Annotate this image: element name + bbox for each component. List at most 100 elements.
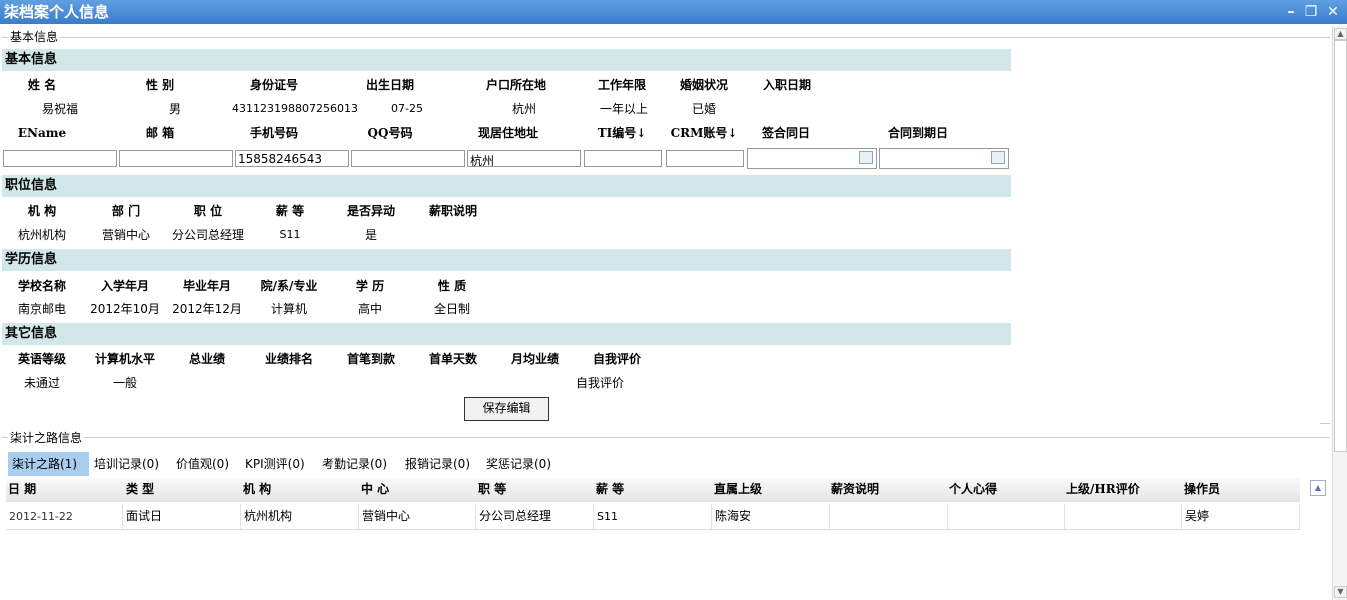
- value-major: 计算机: [270, 302, 307, 316]
- table-cell: 杭州机构: [241, 504, 359, 529]
- ti-number-input[interactable]: [584, 150, 662, 167]
- table-cell: 营销中心: [359, 504, 476, 529]
- label-name: 姓 名: [27, 78, 57, 92]
- label-major: 院/系/专业: [260, 279, 318, 293]
- label-first-payment: 首笔到款: [346, 352, 395, 366]
- label-contract-end-date: 合同到期日: [887, 126, 948, 140]
- table-cell: [1065, 504, 1182, 529]
- value-dept: 营销中心: [101, 228, 150, 242]
- value-hukou: 杭州: [511, 102, 536, 116]
- section-job-header: 职位信息: [2, 175, 1011, 197]
- tab-values[interactable]: 价值观(0): [172, 452, 240, 476]
- value-english-level: 未通过: [23, 376, 60, 390]
- crm-account-input[interactable]: [666, 150, 744, 167]
- column-header[interactable]: 日 期: [8, 480, 36, 497]
- column-header[interactable]: 个人心得: [949, 480, 997, 497]
- label-org: 机 构: [27, 204, 57, 218]
- table-cell: 2012-11-22: [6, 504, 123, 529]
- title-bar: 柒档案个人信息 – ❐ ✕: [0, 0, 1347, 24]
- value-transfer: 是: [364, 228, 377, 242]
- value-position: 分公司总经理: [171, 228, 244, 242]
- address-input[interactable]: 杭州: [467, 150, 581, 168]
- table-cell: [830, 504, 948, 529]
- table-cell: [948, 504, 1065, 529]
- section-other-header: 其它信息: [2, 323, 1011, 345]
- fieldset-border: [2, 437, 1330, 438]
- label-salary-grade: 薪 等: [275, 204, 305, 218]
- column-header[interactable]: 薪 等: [596, 480, 624, 497]
- save-edit-button[interactable]: 保存编辑: [464, 397, 549, 421]
- ename-input[interactable]: [3, 150, 117, 167]
- value-school: 南京邮电: [17, 302, 66, 316]
- label-study-type: 性 质: [437, 279, 467, 293]
- window-title: 柒档案个人信息: [4, 3, 110, 21]
- value-work-years: 一年以上: [599, 102, 648, 116]
- label-computer-level: 计算机水平: [94, 352, 155, 366]
- value-gender: 男: [168, 102, 181, 116]
- value-marital: 已婚: [691, 102, 716, 116]
- vertical-scrollbar[interactable]: ▲ ▼: [1332, 26, 1347, 600]
- label-marital: 婚姻状况: [679, 78, 728, 92]
- label-email: 邮 箱: [145, 126, 175, 140]
- tab-kpi[interactable]: KPI测评(0): [241, 452, 317, 476]
- contract-sign-date-input[interactable]: [747, 148, 877, 169]
- label-birth-date: 出生日期: [365, 78, 414, 92]
- table-cell: 分公司总经理: [476, 504, 594, 529]
- contract-end-date-input[interactable]: [879, 148, 1009, 169]
- column-header[interactable]: 职 等: [478, 480, 506, 497]
- close-icon[interactable]: ✕: [1324, 3, 1342, 21]
- scroll-up-icon[interactable]: ▲: [1334, 28, 1347, 40]
- label-gender: 性 别: [145, 78, 175, 92]
- column-header[interactable]: 类 型: [126, 480, 154, 497]
- tab-rewards[interactable]: 奖惩记录(0): [482, 452, 562, 476]
- label-monthly-avg: 月均业绩: [510, 352, 559, 366]
- fieldset-border: [1320, 423, 1330, 424]
- label-school: 学校名称: [17, 279, 66, 293]
- label-total-performance: 总业绩: [188, 352, 225, 366]
- restore-icon[interactable]: ❐: [1302, 3, 1320, 21]
- label-entry-date: 入职日期: [762, 78, 811, 92]
- value-self-evaluation: 自我评价: [575, 376, 624, 390]
- basic-fieldset-legend: 基本信息: [8, 28, 61, 45]
- column-header[interactable]: 操作员: [1184, 480, 1220, 497]
- label-work-years: 工作年限: [597, 78, 646, 92]
- email-input[interactable]: [119, 150, 233, 167]
- label-english-level: 英语等级: [17, 352, 66, 366]
- column-header[interactable]: 机 构: [243, 480, 271, 497]
- value-study-type: 全日制: [433, 302, 470, 316]
- calendar-icon[interactable]: [991, 151, 1005, 164]
- minimize-icon[interactable]: –: [1282, 3, 1300, 21]
- tab-career-road[interactable]: 柒计之路(1): [8, 452, 89, 476]
- value-birth-date: 07-25: [391, 102, 423, 115]
- label-self-evaluation: 自我评价: [592, 352, 641, 366]
- road-fieldset-legend: 柒计之路信息: [8, 429, 85, 446]
- table-cell: 面试日: [123, 504, 241, 529]
- tab-reimbursement[interactable]: 报销记录(0): [401, 452, 481, 476]
- value-org: 杭州机构: [17, 228, 66, 242]
- tab-training[interactable]: 培训记录(0): [90, 452, 170, 476]
- value-graduate-date: 2012年12月: [172, 302, 242, 316]
- tab-attendance[interactable]: 考勤记录(0): [318, 452, 398, 476]
- scroll-down-icon[interactable]: ▼: [1334, 586, 1347, 598]
- label-crm-account: CRM账号↓: [670, 126, 738, 140]
- label-first-deal-days: 首单天数: [428, 352, 477, 366]
- label-position: 职 位: [193, 204, 223, 218]
- scroll-thumb[interactable]: [1334, 40, 1347, 452]
- label-hukou: 户口所在地: [485, 78, 546, 92]
- label-qq: QQ号码: [367, 126, 413, 140]
- table-cell: 吴婷: [1182, 504, 1300, 529]
- qq-input[interactable]: [351, 150, 465, 167]
- calendar-icon[interactable]: [859, 151, 873, 164]
- label-ti-number: TI编号↓: [597, 126, 647, 140]
- mobile-input[interactable]: 15858246543: [235, 150, 349, 167]
- column-header[interactable]: 直属上级: [714, 480, 762, 497]
- column-header[interactable]: 上级/HR评价: [1066, 480, 1140, 497]
- fieldset-border: [2, 37, 1330, 38]
- column-header[interactable]: 中 心: [361, 480, 389, 497]
- value-computer-level: 一般: [112, 376, 137, 390]
- collapse-icon[interactable]: ▲: [1310, 480, 1326, 496]
- value-salary-grade: S11: [279, 228, 301, 241]
- column-header[interactable]: 薪资说明: [831, 480, 879, 497]
- label-id-number: 身份证号: [249, 78, 298, 92]
- table-cell: 陈海安: [712, 504, 830, 529]
